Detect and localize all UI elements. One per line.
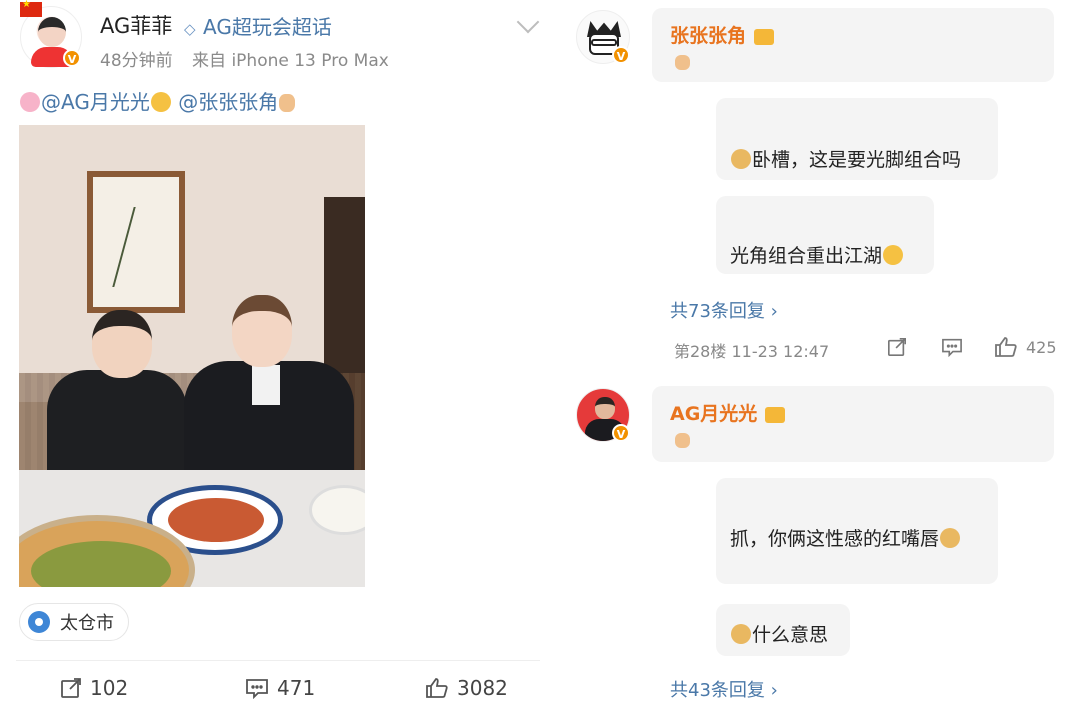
mention-link[interactable]: @张张张角 — [178, 90, 278, 114]
comment-like-count: 425 — [1026, 338, 1057, 357]
post-source: 来自 iPhone 13 Pro Max — [192, 51, 389, 71]
wow-emoji-icon — [883, 245, 904, 265]
mention-link[interactable]: @AG月光光 — [41, 90, 150, 114]
fist-emoji-icon — [675, 55, 690, 70]
wall-painting — [87, 171, 185, 313]
post-text: @AG月光光 @张张张角 — [19, 86, 296, 115]
floor-number: 第28楼 — [674, 342, 727, 361]
comments-panel: V 张张张角 卧槽，这是要光脚组合吗 光角组合重出江湖 共73条回复 › 第28… — [545, 0, 1071, 712]
verified-badge-icon: V — [612, 424, 630, 442]
reply-text: 卧槽，这是要光脚组合吗 — [730, 145, 961, 172]
diamond-icon: ◇ — [184, 20, 196, 38]
chevron-down-icon[interactable] — [516, 10, 540, 34]
comment-count: 471 — [277, 676, 316, 700]
wow-emoji-icon — [150, 92, 171, 112]
more-replies-link[interactable]: 共43条回复 › — [670, 676, 778, 702]
verified-badge-icon: V — [612, 46, 630, 64]
verified-badge-icon: V — [63, 49, 81, 67]
pin-icon — [28, 611, 50, 633]
more-replies-link[interactable]: 共73条回复 › — [670, 297, 778, 323]
reply-text: 什么意思 — [730, 620, 828, 647]
comment-icon[interactable] — [941, 337, 963, 357]
person-right — [184, 295, 354, 495]
comment-meta: 第28楼 11-23 12:47 — [674, 338, 829, 362]
location-label: 太仓市 — [60, 613, 114, 634]
author-name[interactable]: AG菲菲 — [100, 10, 172, 40]
crown-icon — [753, 29, 774, 45]
reply-text: 抓，你俩这性感的红嘴唇 — [730, 524, 961, 551]
doge-emoji-icon — [940, 528, 961, 548]
pig-emoji-icon — [20, 92, 40, 112]
topic-link[interactable]: ◇ AG超玩会超话 — [184, 11, 332, 40]
divider — [16, 660, 540, 661]
comment-icon — [246, 679, 268, 699]
topic-label: AG超玩会超话 — [203, 15, 332, 39]
share-icon — [61, 678, 81, 698]
share-icon[interactable] — [887, 337, 907, 357]
person-left — [37, 310, 187, 490]
post-photo[interactable] — [19, 125, 365, 587]
post-time: 48分钟前 — [100, 51, 173, 71]
fist-emoji-icon — [279, 94, 296, 112]
repost-button[interactable]: 102 — [60, 676, 128, 700]
commenter-name[interactable]: AG月光光 — [670, 399, 786, 426]
thumbs-up-icon — [426, 678, 448, 698]
comment-button[interactable]: 471 — [245, 676, 315, 700]
post-meta: 48分钟前 来自 iPhone 13 Pro Max — [100, 46, 403, 71]
action-bar: 102 471 3082 — [0, 672, 545, 708]
comment-date: 11-23 12:47 — [731, 342, 830, 361]
repost-count: 102 — [90, 676, 129, 700]
reply-text: 光角组合重出江湖 — [730, 241, 904, 268]
doge-emoji-icon — [731, 624, 751, 644]
avatar-face — [38, 17, 66, 47]
thumbs-up-icon[interactable] — [994, 336, 1018, 358]
commenter-name[interactable]: 张张张角 — [670, 21, 775, 48]
doge-emoji-icon — [731, 149, 751, 169]
location-tag[interactable]: 太仓市 — [19, 603, 129, 641]
fist-emoji-icon — [675, 433, 690, 448]
like-button[interactable]: 3082 — [425, 676, 508, 700]
flag-icon — [20, 0, 42, 17]
like-count: 3082 — [457, 676, 508, 700]
crown-icon — [764, 407, 785, 423]
post-panel: V AG菲菲 ◇ AG超玩会超话 48分钟前 来自 iPhone 13 Pro M… — [0, 0, 545, 712]
